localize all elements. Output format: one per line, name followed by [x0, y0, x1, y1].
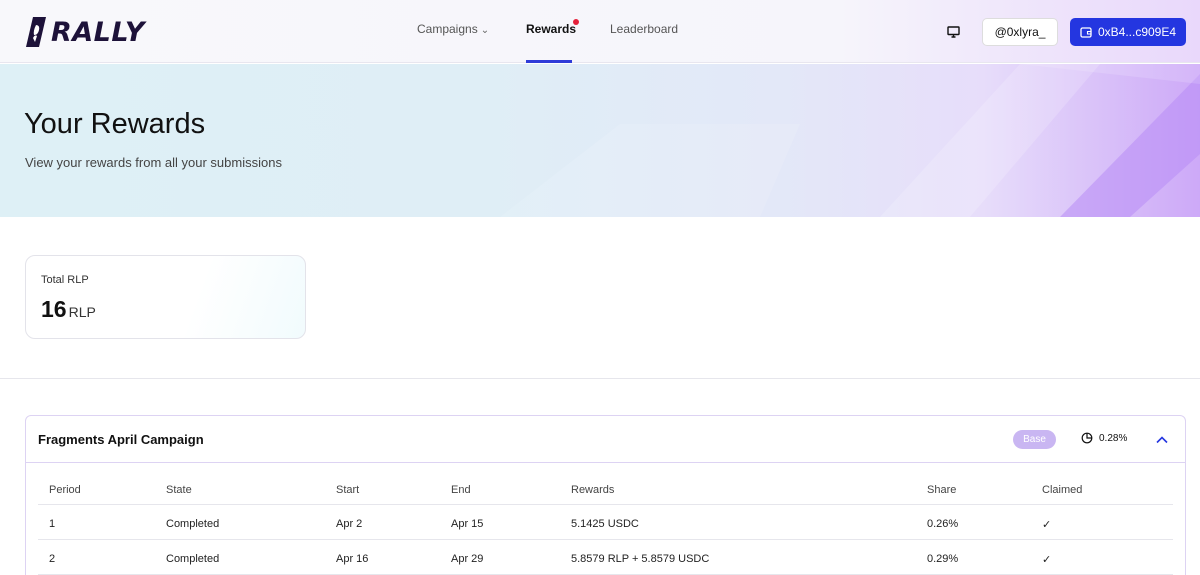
network-badge: Base: [1013, 430, 1056, 449]
table-header: Period State Start End Rewards Share Cla…: [38, 463, 1173, 505]
claimed-check-icon: ✓: [1042, 554, 1052, 566]
cell-share: 0.26%: [927, 518, 959, 530]
column-header: Claimed: [1042, 484, 1083, 496]
cell-start: Apr 16: [336, 553, 369, 565]
nav-leaderboard[interactable]: Leaderboard: [610, 22, 678, 36]
active-tab-indicator: [526, 60, 572, 63]
cell-state: Completed: [166, 518, 220, 530]
wallet-address: 0xB4...c909E4: [1097, 25, 1177, 39]
pie-chart-icon: [1081, 432, 1093, 444]
monitor-button[interactable]: [945, 24, 961, 40]
hero-decoration: [500, 64, 1200, 217]
nav-campaigns[interactable]: Campaigns ⌄: [417, 22, 489, 36]
rally-logo-icon: [26, 17, 46, 47]
nav-campaigns-label: Campaigns: [417, 22, 478, 36]
total-rlp-label: Total RLP: [41, 274, 89, 286]
logo-text: RALLY: [51, 16, 145, 48]
cell-rewards: 5.8579 RLP + 5.8579 USDC: [571, 553, 710, 565]
campaign-header[interactable]: Fragments April Campaign Base 0.28%: [26, 416, 1185, 463]
wallet-icon: [1080, 26, 1092, 38]
column-header: Share: [927, 484, 957, 496]
chevron-up-icon: [1156, 436, 1168, 444]
table-row: 1 Completed Apr 2 Apr 15 5.1425 USDC 0.2…: [38, 505, 1173, 540]
user-handle-button[interactable]: @0xlyra_: [982, 18, 1058, 46]
monitor-icon: [946, 26, 960, 38]
cell-state: Completed: [166, 553, 220, 565]
total-rlp-unit: RLP: [68, 304, 96, 320]
cell-end: Apr 15: [451, 518, 484, 530]
column-header: State: [166, 484, 192, 496]
rewards-table: Period State Start End Rewards Share Cla…: [38, 463, 1173, 575]
page-title: Your Rewards: [24, 108, 206, 140]
cell-share: 0.29%: [927, 553, 959, 565]
top-nav: RALLY Campaigns ⌄ Rewards Leaderboard @0x…: [0, 0, 1200, 63]
cell-end: Apr 29: [451, 553, 484, 565]
cell-period: 2: [49, 553, 56, 565]
cell-period: 1: [49, 518, 56, 530]
section-divider: [0, 378, 1200, 379]
hero-banner: Your Rewards View your rewards from all …: [0, 64, 1200, 217]
collapse-button[interactable]: [1154, 432, 1170, 448]
page-subtitle: View your rewards from all your submissi…: [25, 155, 282, 170]
column-header: End: [451, 484, 471, 496]
campaign-share-value: 0.28%: [1099, 432, 1128, 444]
column-header: Period: [49, 484, 81, 496]
nav-rewards[interactable]: Rewards: [526, 22, 576, 36]
wallet-button[interactable]: 0xB4...c909E4: [1070, 18, 1186, 46]
campaign-panel: Fragments April Campaign Base 0.28% Peri…: [25, 415, 1186, 575]
rally-logo[interactable]: RALLY: [25, 16, 145, 48]
campaign-share: 0.28%: [1081, 432, 1127, 444]
cell-rewards: 5.1425 USDC: [571, 518, 639, 530]
claimed-check-icon: ✓: [1042, 519, 1052, 531]
column-header: Rewards: [571, 484, 615, 496]
chevron-down-icon: ⌄: [480, 25, 490, 36]
campaign-title: Fragments April Campaign: [38, 432, 204, 447]
column-header: Start: [336, 484, 360, 496]
notification-dot: [573, 19, 579, 25]
cell-start: Apr 2: [336, 518, 363, 530]
table-row: 2 Completed Apr 16 Apr 29 5.8579 RLP + 5…: [38, 540, 1173, 575]
total-rlp-card: Total RLP 16 RLP: [25, 255, 306, 339]
total-rlp-number: 16: [41, 296, 67, 322]
total-rlp-value: 16 RLP: [41, 296, 96, 323]
